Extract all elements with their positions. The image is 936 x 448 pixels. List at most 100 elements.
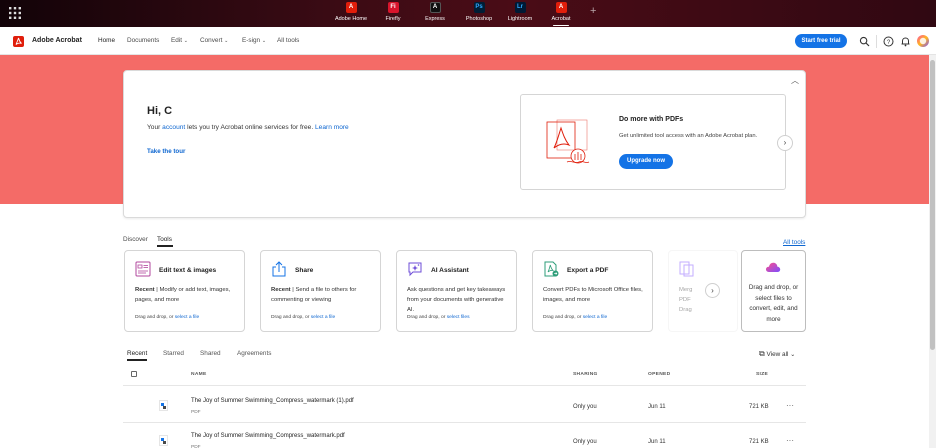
files-table-header xyxy=(123,364,806,386)
more-options-icon[interactable]: ··· xyxy=(786,401,794,410)
tool-title: Edit text & images xyxy=(159,267,217,274)
table-row[interactable]: The Joy of Summer Swimming_Compress_wate… xyxy=(123,389,806,423)
svg-text:?: ? xyxy=(887,40,891,46)
intro-text-middle: lets you try Acrobat online services for… xyxy=(185,124,315,131)
file-size: 721 KB xyxy=(749,404,769,410)
promo-next-arrow-icon[interactable]: › xyxy=(777,135,793,151)
select-files-link[interactable]: select files xyxy=(447,315,470,320)
more-options-icon[interactable]: ··· xyxy=(786,436,794,445)
app-label: Adobe Home xyxy=(334,16,368,22)
column-header-sharing[interactable]: SHARING xyxy=(573,372,598,377)
drag-drop-text: Drag and drop, or select files to conver… xyxy=(748,284,799,323)
app-express[interactable]: A Express xyxy=(420,2,450,26)
active-tab-indicator xyxy=(127,359,147,361)
column-header-opened[interactable]: OPENED xyxy=(648,372,670,377)
nav-convert[interactable]: Convert ⌄ xyxy=(200,37,228,44)
merge-pdf-icon xyxy=(679,261,694,277)
tool-card-merge-partial[interactable]: Merg PDF Drag xyxy=(668,250,738,332)
take-the-tour-link[interactable]: Take the tour xyxy=(147,148,185,155)
adobe-home-icon: A xyxy=(345,2,357,13)
lightroom-icon: Lr xyxy=(514,2,526,13)
search-icon[interactable] xyxy=(859,36,870,47)
app-label: Lightroom xyxy=(507,16,533,22)
file-opened: Jun 11 xyxy=(648,404,666,410)
view-all-dropdown[interactable]: ⧉ View all ⌄ xyxy=(759,349,795,359)
nav-esign-label: E-sign xyxy=(242,37,261,44)
promo-title: Do more with PDFs xyxy=(619,116,684,123)
upgrade-now-button[interactable]: Upgrade now xyxy=(619,154,673,169)
tab-starred[interactable]: Starred xyxy=(163,350,184,357)
acrobat-icon: A xyxy=(555,2,567,13)
file-name[interactable]: The Joy of Summer Swimming_Compress_wate… xyxy=(191,398,354,404)
tool-title: AI Assistant xyxy=(431,267,469,274)
nav-convert-label: Convert xyxy=(200,37,223,44)
file-name[interactable]: The Joy of Summer Swimming_Compress_wate… xyxy=(191,433,345,439)
nav-edit-label: Edit xyxy=(171,37,183,44)
select-file-link[interactable]: select a file xyxy=(583,315,607,320)
export-pdf-icon xyxy=(544,261,559,277)
tools-next-arrow-icon[interactable]: › xyxy=(705,283,720,298)
nav-edit[interactable]: Edit ⌄ xyxy=(171,37,188,44)
app-label: Acrobat xyxy=(551,16,571,22)
tab-tools[interactable]: Tools xyxy=(157,236,172,243)
welcome-intro-text: Your account lets you try Acrobat online… xyxy=(147,124,349,131)
tab-discover[interactable]: Discover xyxy=(123,236,148,243)
user-avatar-icon[interactable] xyxy=(917,35,929,47)
chevron-down-icon: ⌄ xyxy=(183,38,188,44)
tool-card-share[interactable]: Share Recent | Send a file to others for… xyxy=(260,250,381,332)
file-size: 721 KB xyxy=(749,439,769,445)
view-all-label: View all xyxy=(766,351,789,358)
select-file-link[interactable]: select a file xyxy=(311,315,335,320)
scrollbar-thumb[interactable] xyxy=(930,60,935,350)
account-link[interactable]: account xyxy=(162,124,185,131)
tool-drop-hint: Drag and drop, or select files xyxy=(407,315,470,320)
learn-more-link[interactable]: Learn more xyxy=(315,124,349,131)
table-row[interactable]: The Joy of Summer Swimming_Compress_wate… xyxy=(123,424,806,448)
tool-card-export-pdf[interactable]: Export a PDF Convert PDFs to Microsoft O… xyxy=(532,250,653,332)
select-file-link[interactable]: select a file xyxy=(175,315,199,320)
app-lightroom[interactable]: Lr Lightroom xyxy=(504,2,536,26)
notification-bell-icon[interactable] xyxy=(900,36,911,47)
intro-text-start: Your xyxy=(147,124,163,131)
file-sharing: Only you xyxy=(573,439,597,445)
file-type: PDF xyxy=(191,410,201,415)
drop-hint-text: Drag and drop, or xyxy=(135,315,175,320)
tool-card-ai-assistant[interactable]: AI Assistant Ask questions and get key t… xyxy=(396,250,517,332)
app-adobe-home[interactable]: A Adobe Home xyxy=(331,2,371,26)
tab-agreements[interactable]: Agreements xyxy=(237,350,271,357)
app-acrobat[interactable]: A Acrobat xyxy=(545,2,577,26)
active-tab-indicator xyxy=(157,245,173,247)
column-header-size[interactable]: SIZE xyxy=(756,372,768,377)
tool-drop-hint: Drag and drop, or select a file xyxy=(543,315,607,320)
file-opened: Jun 11 xyxy=(648,439,666,445)
photoshop-icon: Ps xyxy=(473,2,485,13)
help-icon[interactable]: ? xyxy=(883,36,894,47)
app-firefly[interactable]: Fi Firefly xyxy=(380,2,406,26)
file-sharing: Only you xyxy=(573,404,597,410)
app-grid-icon[interactable] xyxy=(9,7,21,19)
nav-esign[interactable]: E-sign ⌄ xyxy=(242,37,266,44)
tool-card-edit[interactable]: Edit text & images Recent | Modify or ad… xyxy=(124,250,245,332)
acrobat-logo-icon[interactable] xyxy=(13,36,24,47)
cloud-upload-icon xyxy=(765,262,781,272)
drop-hint-text: Drag and drop, or xyxy=(271,315,311,320)
firefly-icon: Fi xyxy=(387,2,399,13)
nav-home[interactable]: Home xyxy=(98,37,115,44)
tool-title: Share xyxy=(295,267,314,274)
recent-label: Recent xyxy=(271,287,291,293)
all-tools-link[interactable]: All tools xyxy=(783,239,805,246)
column-header-name[interactable]: NAME xyxy=(191,372,207,377)
brand-title[interactable]: Adobe Acrobat xyxy=(32,37,82,44)
collapse-chevron-up-icon[interactable]: ︿ xyxy=(791,75,799,86)
tab-recent[interactable]: Recent xyxy=(127,350,147,357)
app-photoshop[interactable]: Ps Photoshop xyxy=(460,2,498,26)
select-all-checkbox[interactable] xyxy=(131,371,137,377)
nav-documents[interactable]: Documents xyxy=(127,37,159,44)
acrobat-nav-bar: Adobe Acrobat Home Documents Edit ⌄ Conv… xyxy=(0,27,936,55)
tool-description: Convert PDFs to Microsoft Office files, … xyxy=(543,287,643,303)
nav-all-tools[interactable]: All tools xyxy=(277,37,299,44)
start-free-trial-button[interactable]: Start free trial xyxy=(795,34,847,48)
chevron-down-icon: ⌄ xyxy=(790,352,796,358)
tab-shared[interactable]: Shared xyxy=(200,350,221,357)
add-app-plus-icon[interactable]: + xyxy=(590,6,596,17)
